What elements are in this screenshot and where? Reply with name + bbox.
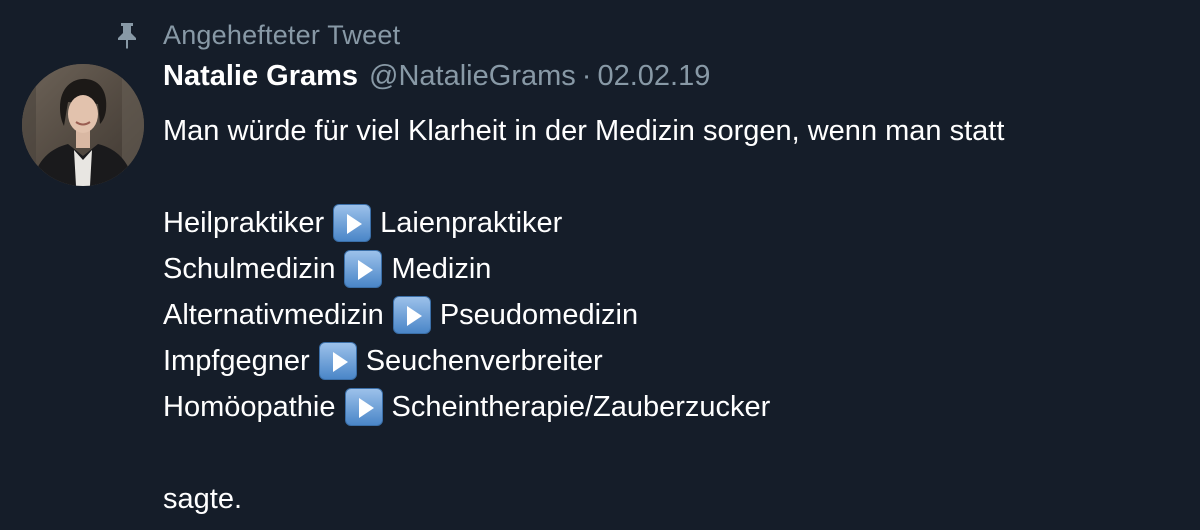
tweet-intro: Man würde für viel Klarheit in der Mediz…	[163, 115, 1005, 147]
tweet-date[interactable]: 02.02.19	[597, 60, 710, 93]
author-handle[interactable]: @NatalieGrams	[369, 60, 576, 93]
tweet-outro: sagte.	[163, 483, 242, 515]
replacement-line: Homöopathie Scheintherapie/Zauberzucker	[163, 384, 1004, 430]
replacement-from: Alternativmedizin	[163, 299, 384, 331]
replacement-from: Homöopathie	[163, 391, 336, 423]
replacement-line: Heilpraktiker Laienpraktiker	[163, 200, 1004, 246]
replacement-to: Laienpraktiker	[380, 207, 563, 239]
pinned-tweet[interactable]: Angehefteter Tweet Natalie Grams @Natali…	[0, 0, 1200, 530]
replacement-to: Medizin	[391, 253, 492, 285]
tweet-header: Natalie Grams @NatalieGrams · 02.02.19	[163, 60, 710, 100]
replacement-line: Impfgegner Seuchenverbreiter	[163, 338, 1004, 384]
replacement-from: Schulmedizin	[163, 253, 336, 285]
play-button-emoji-icon	[392, 296, 431, 334]
replacement-to: Pseudomedizin	[439, 299, 639, 331]
pinned-indicator: Angehefteter Tweet	[116, 18, 400, 52]
replacement-line: Alternativmedizin Pseudomedizin	[163, 292, 1004, 338]
play-button-emoji-icon	[333, 204, 372, 242]
replacement-to: Scheintherapie/Zauberzucker	[391, 391, 771, 423]
separator-dot: ·	[581, 60, 592, 92]
pinned-label: Angehefteter Tweet	[163, 19, 401, 50]
replacement-from: Impfgegner	[163, 345, 310, 377]
author-display-name[interactable]: Natalie Grams	[163, 60, 358, 93]
replacement-from: Heilpraktiker	[163, 207, 325, 239]
play-button-emoji-icon	[344, 388, 383, 426]
replacement-line: Schulmedizin Medizin	[163, 246, 1004, 292]
replacement-to: Seuchenverbreiter	[365, 345, 603, 377]
tweet-text: Man würde für viel Klarheit in der Mediz…	[163, 108, 1004, 522]
play-button-emoji-icon	[318, 342, 357, 380]
avatar[interactable]	[22, 64, 144, 186]
play-button-emoji-icon	[344, 250, 383, 288]
pin-icon	[116, 21, 138, 49]
